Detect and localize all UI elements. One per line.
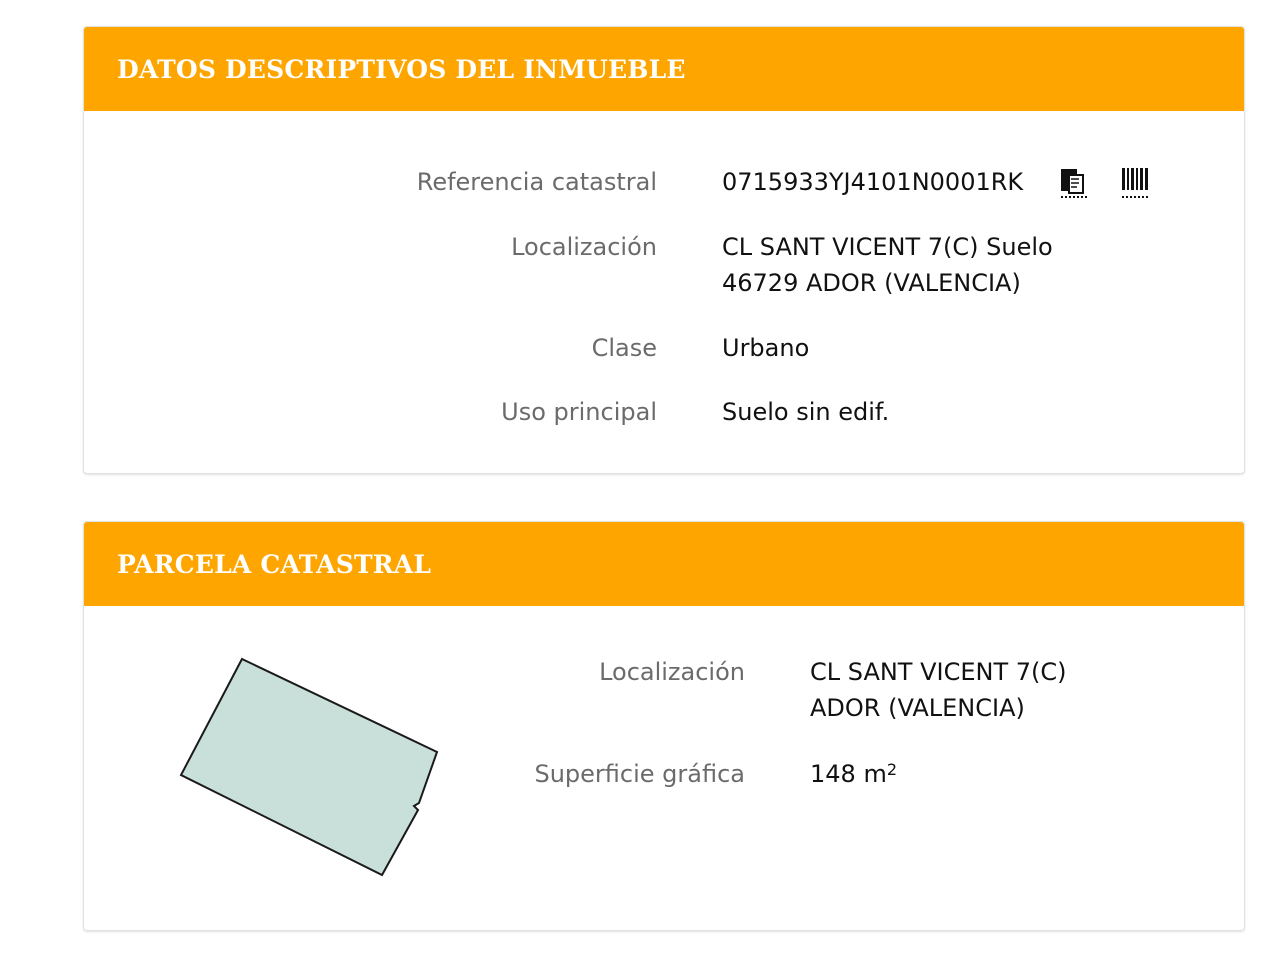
localizacion-label: Localización (511, 233, 657, 261)
superficie-value: 148 m2 (810, 756, 897, 792)
uso-principal-label: Uso principal (501, 398, 657, 426)
copy-icon[interactable] (1059, 167, 1089, 209)
superficie-row: Superficie gráfica 148 m2 (84, 756, 1244, 796)
parcela-localizacion-line-1: CL SANT VICENT 7(C) (810, 658, 1067, 686)
parcela-localizacion-value: CL SANT VICENT 7(C) ADOR (VALENCIA) (810, 654, 1067, 726)
clase-value: Urbano (722, 334, 810, 362)
superficie-unit-superscript: 2 (886, 760, 898, 779)
panel-header: DATOS DESCRIPTIVOS DEL INMUEBLE (84, 27, 1244, 111)
referencia-row: Referencia catastral 0715933YJ4101N0001R… (84, 164, 1244, 204)
panel-header: PARCELA CATASTRAL (84, 522, 1244, 606)
localizacion-line-1: CL SANT VICENT 7(C) Suelo (722, 233, 1053, 261)
parcela-catastral-panel: PARCELA CATASTRAL Localización CL SANT V… (83, 521, 1245, 931)
panel-title: DATOS DESCRIPTIVOS DEL INMUEBLE (117, 54, 686, 84)
parcela-localizacion-label: Localización (599, 658, 745, 686)
referencia-value[interactable]: 0715933YJ4101N0001RK (722, 164, 1023, 200)
uso-principal-value: Suelo sin edif. (722, 398, 890, 426)
parcela-localizacion-line-2: ADOR (VALENCIA) (810, 694, 1025, 722)
localizacion-value: CL SANT VICENT 7(C) Suelo 46729 ADOR (VA… (722, 229, 1053, 301)
referencia-label: Referencia catastral (416, 168, 657, 196)
clase-row: Clase Urbano (84, 330, 1244, 370)
superficie-label: Superficie gráfica (534, 760, 745, 788)
panel-title: PARCELA CATASTRAL (117, 549, 432, 579)
datos-descriptivos-panel: DATOS DESCRIPTIVOS DEL INMUEBLE Referenc… (83, 26, 1245, 474)
parcela-localizacion-row: Localización CL SANT VICENT 7(C) ADOR (V… (84, 654, 1244, 730)
superficie-number: 148 m (810, 760, 887, 788)
localizacion-line-2: 46729 ADOR (VALENCIA) (722, 269, 1021, 297)
localizacion-row: Localización CL SANT VICENT 7(C) Suelo 4… (84, 229, 1244, 305)
barcode-icon[interactable] (1120, 166, 1150, 210)
uso-principal-row: Uso principal Suelo sin edif. (84, 394, 1244, 434)
clase-label: Clase (591, 334, 657, 362)
